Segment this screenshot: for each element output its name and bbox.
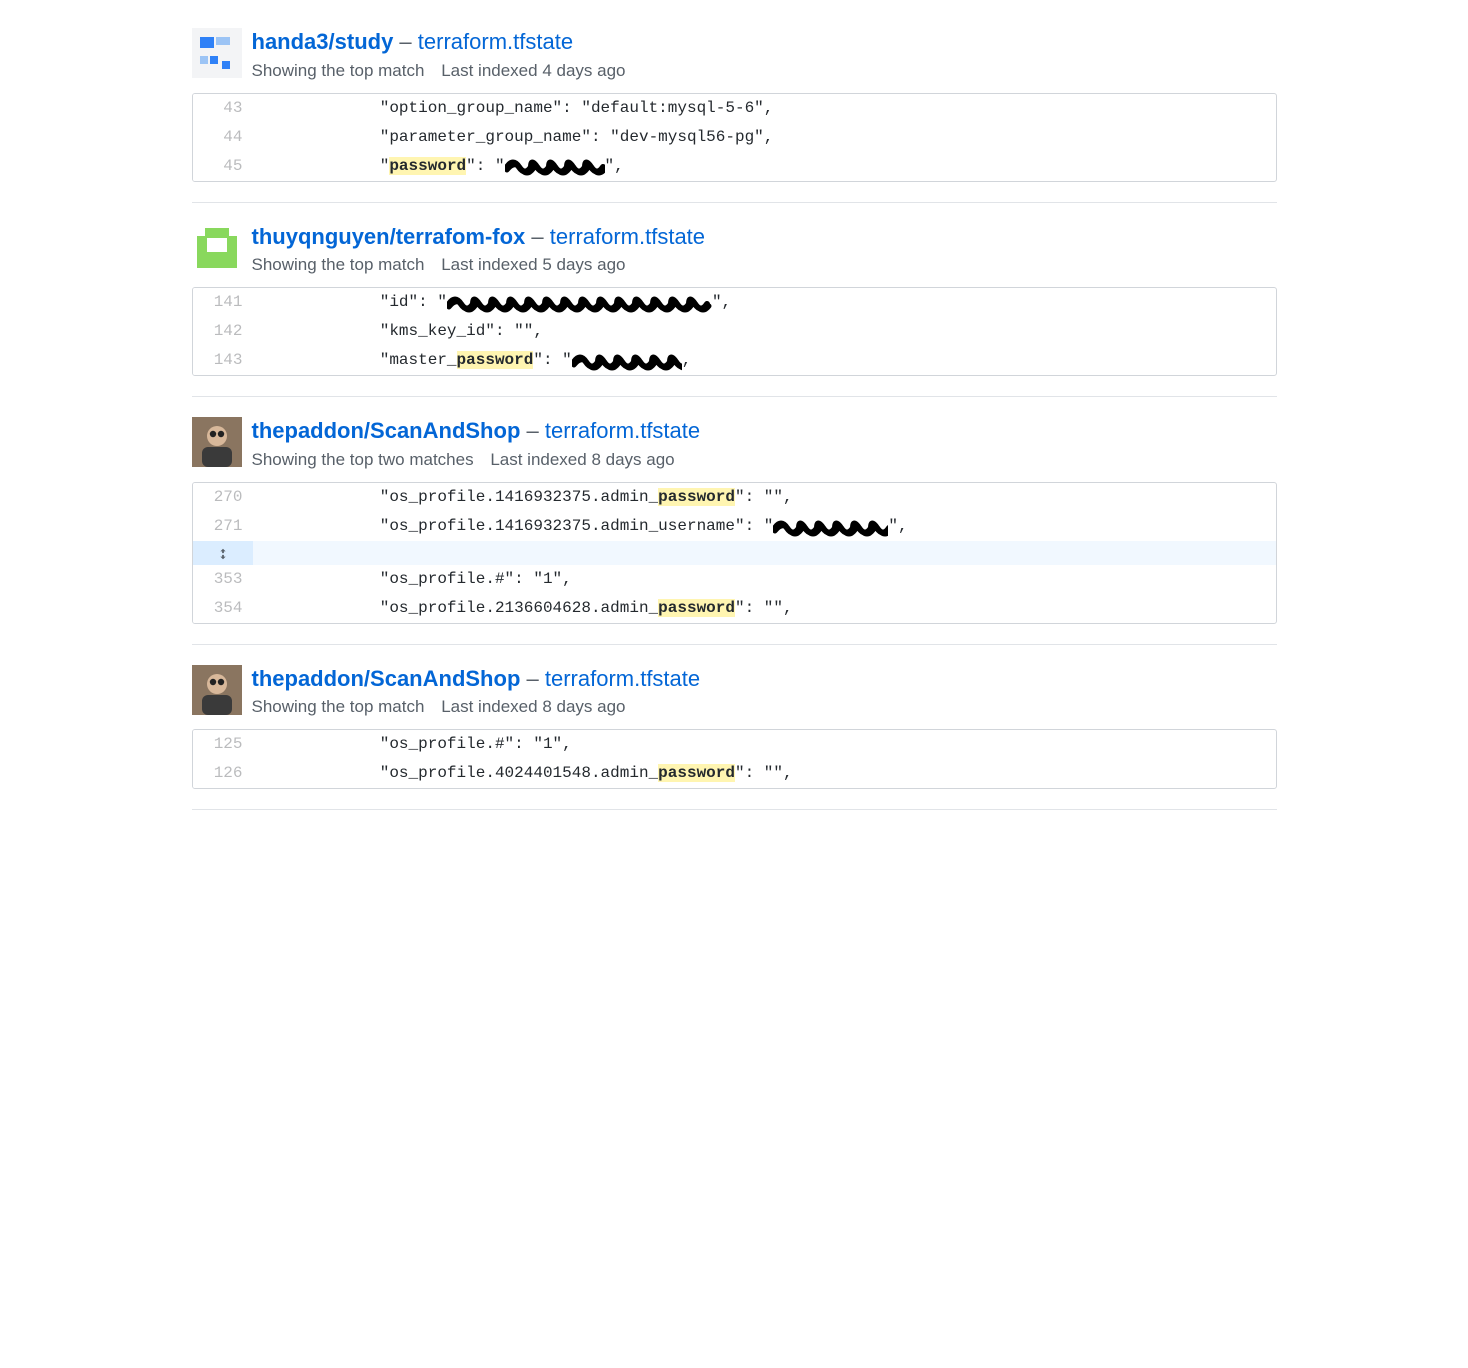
line-number[interactable]: 44 (193, 123, 253, 152)
code-line: 125 "os_profile.#": "1", (193, 730, 1276, 759)
line-content: "parameter_group_name": "dev-mysql56-pg"… (253, 123, 1276, 152)
code-snippet: 125 "os_profile.#": "1",126 "os_profile.… (192, 729, 1277, 789)
title-separator: – (520, 666, 544, 691)
code-line: 142 "kms_key_id": "", (193, 317, 1276, 346)
code-line: 141 "id": "", (193, 288, 1276, 317)
line-content: "os_profile.1416932375.admin_username": … (253, 512, 1276, 541)
line-number[interactable]: 141 (193, 288, 253, 317)
file-link[interactable]: terraform.tfstate (418, 29, 573, 54)
search-result: thuyqnguyen/terrafom-fox – terraform.tfs… (192, 223, 1277, 398)
line-content: "os_profile.1416932375.admin_password": … (253, 483, 1276, 512)
line-number[interactable]: 271 (193, 512, 253, 541)
code-line: 271 "os_profile.1416932375.admin_usernam… (193, 512, 1276, 541)
code-line: 45 "password": "", (193, 152, 1276, 181)
search-results: handa3/study – terraform.tfstate Showing … (192, 0, 1277, 810)
code-line: 354 "os_profile.2136604628.admin_passwor… (193, 594, 1276, 623)
line-number[interactable]: 142 (193, 317, 253, 346)
result-header: thepaddon/ScanAndShop – terraform.tfstat… (192, 665, 1277, 718)
avatar[interactable] (192, 28, 242, 78)
highlighted-term: password (658, 488, 735, 506)
expand-row (193, 541, 1276, 565)
title-separator: – (393, 29, 417, 54)
line-content: "id": "", (253, 288, 1276, 317)
code-line: 143 "master_password": ", (193, 346, 1276, 375)
search-result: thepaddon/ScanAndShop – terraform.tfstat… (192, 665, 1277, 811)
result-title: thepaddon/ScanAndShop – terraform.tfstat… (252, 417, 1277, 446)
search-result: thepaddon/ScanAndShop – terraform.tfstat… (192, 417, 1277, 645)
file-link[interactable]: terraform.tfstate (550, 224, 705, 249)
indexed-time: Last indexed 4 days ago (441, 61, 625, 80)
code-line: 126 "os_profile.4024401548.admin_passwor… (193, 759, 1276, 788)
line-number[interactable]: 43 (193, 94, 253, 123)
result-title: handa3/study – terraform.tfstate (252, 28, 1277, 57)
code-line: 44 "parameter_group_name": "dev-mysql56-… (193, 123, 1276, 152)
indexed-time: Last indexed 8 days ago (490, 450, 674, 469)
repo-link[interactable]: thepaddon/ScanAndShop (252, 418, 521, 443)
line-number[interactable]: 143 (193, 346, 253, 375)
result-meta: Showing the top two matches Last indexed… (252, 450, 1277, 470)
file-link[interactable]: terraform.tfstate (545, 418, 700, 443)
line-content: "os_profile.#": "1", (253, 730, 1276, 759)
result-header: thuyqnguyen/terrafom-fox – terraform.tfs… (192, 223, 1277, 276)
result-title: thepaddon/ScanAndShop – terraform.tfstat… (252, 665, 1277, 694)
highlighted-term: password (658, 599, 735, 617)
line-content: "password": "", (253, 152, 1276, 181)
indexed-time: Last indexed 5 days ago (441, 255, 625, 274)
line-number[interactable]: 353 (193, 565, 253, 594)
repo-link[interactable]: handa3/study (252, 29, 394, 54)
indexed-time: Last indexed 8 days ago (441, 697, 625, 716)
line-number[interactable]: 45 (193, 152, 253, 181)
repo-link[interactable]: thuyqnguyen/terrafom-fox (252, 224, 526, 249)
result-header: handa3/study – terraform.tfstate Showing … (192, 28, 1277, 81)
avatar[interactable] (192, 417, 242, 467)
line-content: "kms_key_id": "", (253, 317, 1276, 346)
avatar[interactable] (192, 665, 242, 715)
title-separator: – (525, 224, 549, 249)
title-separator: – (520, 418, 544, 443)
repo-link[interactable]: thepaddon/ScanAndShop (252, 666, 521, 691)
line-number[interactable]: 125 (193, 730, 253, 759)
code-line: 270 "os_profile.1416932375.admin_passwor… (193, 483, 1276, 512)
highlighted-term: password (457, 351, 534, 369)
match-summary: Showing the top match (252, 61, 425, 80)
line-content: "os_profile.2136604628.admin_password": … (253, 594, 1276, 623)
result-header: thepaddon/ScanAndShop – terraform.tfstat… (192, 417, 1277, 470)
result-meta: Showing the top match Last indexed 8 day… (252, 697, 1277, 717)
match-summary: Showing the top match (252, 697, 425, 716)
result-meta: Showing the top match Last indexed 5 day… (252, 255, 1277, 275)
match-summary: Showing the top match (252, 255, 425, 274)
line-content: "master_password": ", (253, 346, 1276, 375)
code-line: 353 "os_profile.#": "1", (193, 565, 1276, 594)
code-snippet: 270 "os_profile.1416932375.admin_passwor… (192, 482, 1277, 624)
line-content: "option_group_name": "default:mysql-5-6"… (253, 94, 1276, 123)
result-title: thuyqnguyen/terrafom-fox – terraform.tfs… (252, 223, 1277, 252)
line-content: "os_profile.#": "1", (253, 565, 1276, 594)
file-link[interactable]: terraform.tfstate (545, 666, 700, 691)
code-snippet: 141 "id": "",142 "kms_key_id": "",143 "m… (192, 287, 1277, 376)
result-meta: Showing the top match Last indexed 4 day… (252, 61, 1277, 81)
expand-icon[interactable] (193, 541, 253, 565)
code-line: 43 "option_group_name": "default:mysql-5… (193, 94, 1276, 123)
highlighted-term: password (658, 764, 735, 782)
highlighted-term: password (389, 157, 466, 175)
line-number[interactable]: 354 (193, 594, 253, 623)
line-content: "os_profile.4024401548.admin_password": … (253, 759, 1276, 788)
avatar[interactable] (192, 223, 242, 273)
line-number[interactable]: 270 (193, 483, 253, 512)
search-result: handa3/study – terraform.tfstate Showing … (192, 28, 1277, 203)
match-summary: Showing the top two matches (252, 450, 474, 469)
line-number[interactable]: 126 (193, 759, 253, 788)
code-snippet: 43 "option_group_name": "default:mysql-5… (192, 93, 1277, 182)
